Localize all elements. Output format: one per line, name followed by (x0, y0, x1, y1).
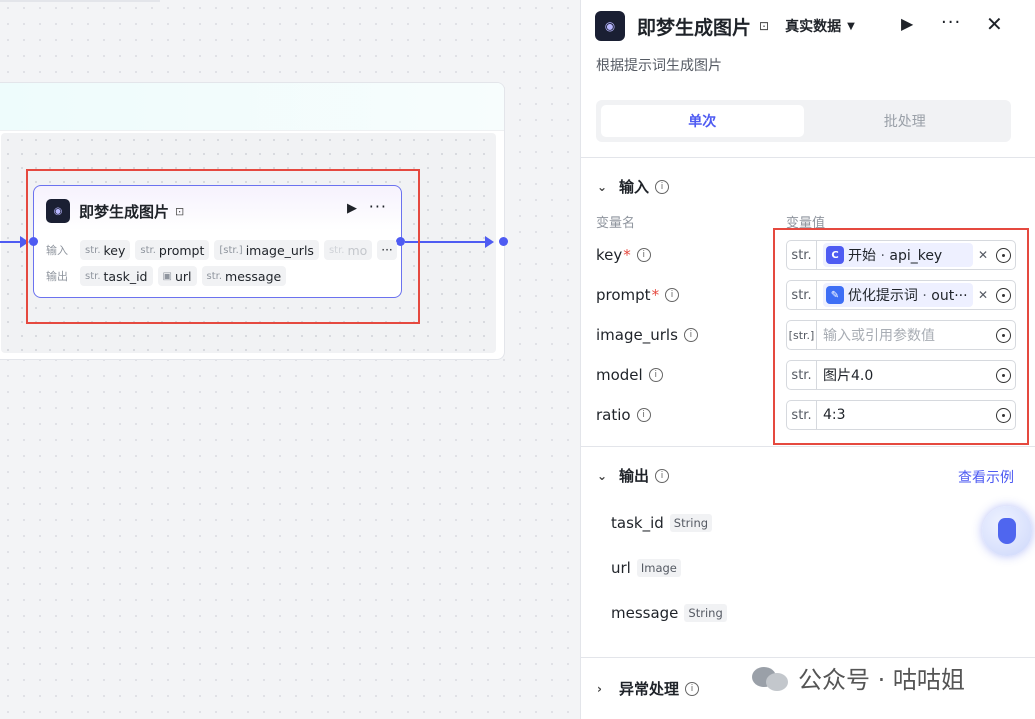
plugin-badge-icon: ⊡ (175, 204, 185, 218)
more-icon[interactable]: ··· (941, 12, 961, 33)
info-icon: i (685, 681, 700, 696)
assistant-float-button[interactable] (982, 506, 1032, 556)
close-icon[interactable]: ✕ (986, 12, 1003, 36)
run-mode-tabs: 单次 批处理 (596, 100, 1011, 142)
watermark: 公众号 · 咕咕姐 (752, 660, 965, 695)
divider (581, 446, 1035, 447)
incoming-edge[interactable] (0, 241, 22, 243)
param-name-model: model i (596, 365, 663, 385)
node-title: 即梦生成图片 (79, 202, 170, 221)
caret-down-icon[interactable]: ▼ (847, 21, 855, 32)
data-mode-dropdown[interactable]: 真实数据 (785, 16, 841, 36)
divider (581, 657, 1035, 658)
col-header-name: 变量名 (596, 216, 636, 231)
plugin-logo-icon: ◉ (46, 199, 70, 223)
variable-reference-icon[interactable] (991, 407, 1015, 423)
chevron-right-icon: › (597, 681, 602, 696)
plugin-badge-icon: ⊡ (759, 19, 770, 33)
node-output-row: 输出 str. task_id ▣ url str. message (46, 266, 291, 286)
assistant-icon (998, 518, 1016, 544)
exception-section-header[interactable]: › 异常处理 i (597, 678, 700, 699)
clear-icon[interactable]: ✕ (978, 288, 988, 302)
node-input-row: 输入 str. key str. prompt [str.] image_urls s… (46, 240, 402, 260)
node-more-icon[interactable]: ··· (369, 197, 387, 216)
node-output-chip: ▣ url (157, 266, 197, 286)
node-output-label: 输出 (46, 270, 68, 283)
param-name-key: key * i (596, 245, 651, 265)
canvas-top-tab (0, 0, 160, 2)
node-output-chip: str. message (201, 266, 287, 286)
node-jimeng-generate-image[interactable]: ◉ 即梦生成图片 ⊡ ▶ ··· 输入 str. key str. prompt [… (29, 185, 405, 298)
panel-description: 根据提示词生成图片 (596, 58, 722, 74)
param-name-ratio: ratio i (596, 405, 651, 425)
node-config-panel: ◉ 即梦生成图片 ⊡ 真实数据 ▼ ▶ ··· ✕ 根据提示词生成图片 单次 批… (580, 0, 1035, 719)
info-icon: i (665, 288, 680, 302)
run-icon[interactable]: ▶ (901, 14, 913, 33)
input-section-header[interactable]: ⌄ 输入 i (597, 176, 670, 197)
chevron-down-icon: ⌄ (597, 179, 608, 194)
param-field-prompt[interactable]: str. ✎ 优化提示词 · out··· ✕ (786, 280, 1016, 310)
chevron-down-icon: ⌄ (597, 468, 608, 483)
image-urls-placeholder: 输入或引用参数值 (823, 328, 935, 344)
param-field-ratio[interactable]: str. 4:3 (786, 400, 1016, 430)
clear-icon[interactable]: ✕ (978, 248, 988, 262)
tab-single[interactable]: 单次 (601, 105, 804, 137)
group-output-port[interactable] (499, 237, 508, 246)
info-icon: i (636, 248, 651, 262)
info-icon: i (648, 368, 663, 382)
output-item: message String (611, 604, 727, 622)
output-item: task_id String (611, 514, 713, 532)
node-input-label: 输入 (46, 244, 68, 257)
llm-icon: ✎ (826, 286, 844, 304)
model-value: 图片4.0 (823, 368, 874, 384)
info-icon: i (683, 328, 698, 342)
divider (581, 157, 1035, 158)
node-input-port[interactable] (29, 237, 38, 246)
variable-reference-icon[interactable] (991, 287, 1015, 303)
param-name-image-urls: image_urls i (596, 325, 698, 345)
image-icon: ▣ (162, 270, 172, 282)
panel-title: 即梦生成图片 (637, 16, 752, 39)
param-field-model[interactable]: str. 图片4.0 (786, 360, 1016, 390)
node-run-icon[interactable]: ▶ (347, 201, 357, 216)
info-icon: i (655, 468, 670, 483)
start-icon: C (826, 246, 844, 264)
group-header (0, 83, 504, 131)
param-field-key[interactable]: str. C 开始 · api_key ✕ (786, 240, 1016, 270)
node-input-chip: [str.] image_urls (214, 240, 319, 260)
output-section-header[interactable]: ⌄ 输出 i (597, 465, 670, 486)
param-name-prompt: prompt * i (596, 285, 680, 305)
variable-reference-icon[interactable] (991, 247, 1015, 263)
plugin-logo-icon: ◉ (595, 11, 625, 41)
ref-chip-prompt[interactable]: ✎ 优化提示词 · out··· (823, 283, 973, 307)
tab-batch[interactable]: 批处理 (804, 105, 1007, 137)
outgoing-edge-arrow (485, 236, 494, 248)
node-input-chip: str. mo (323, 240, 373, 260)
node-more-inputs-button[interactable]: ··· (377, 240, 397, 260)
wechat-icon (752, 663, 790, 693)
info-icon: i (636, 408, 651, 422)
info-icon: i (655, 179, 670, 194)
output-item: url Image (611, 559, 681, 577)
workflow-canvas[interactable]: ◉ 即梦生成图片 ⊡ ▶ ··· 输入 str. key str. prompt [… (0, 0, 580, 719)
ref-chip-key[interactable]: C 开始 · api_key (823, 243, 973, 267)
view-example-link[interactable]: 查看示例 (958, 467, 1014, 487)
node-input-chip: str. prompt (135, 240, 210, 260)
ratio-value: 4:3 (823, 407, 846, 423)
variable-reference-icon[interactable] (991, 327, 1015, 343)
variable-reference-icon[interactable] (991, 367, 1015, 383)
node-input-chip: str. key (80, 240, 131, 260)
node-output-chip: str. task_id (80, 266, 153, 286)
param-field-image-urls[interactable]: [str.] 输入或引用参数值 (786, 320, 1016, 350)
